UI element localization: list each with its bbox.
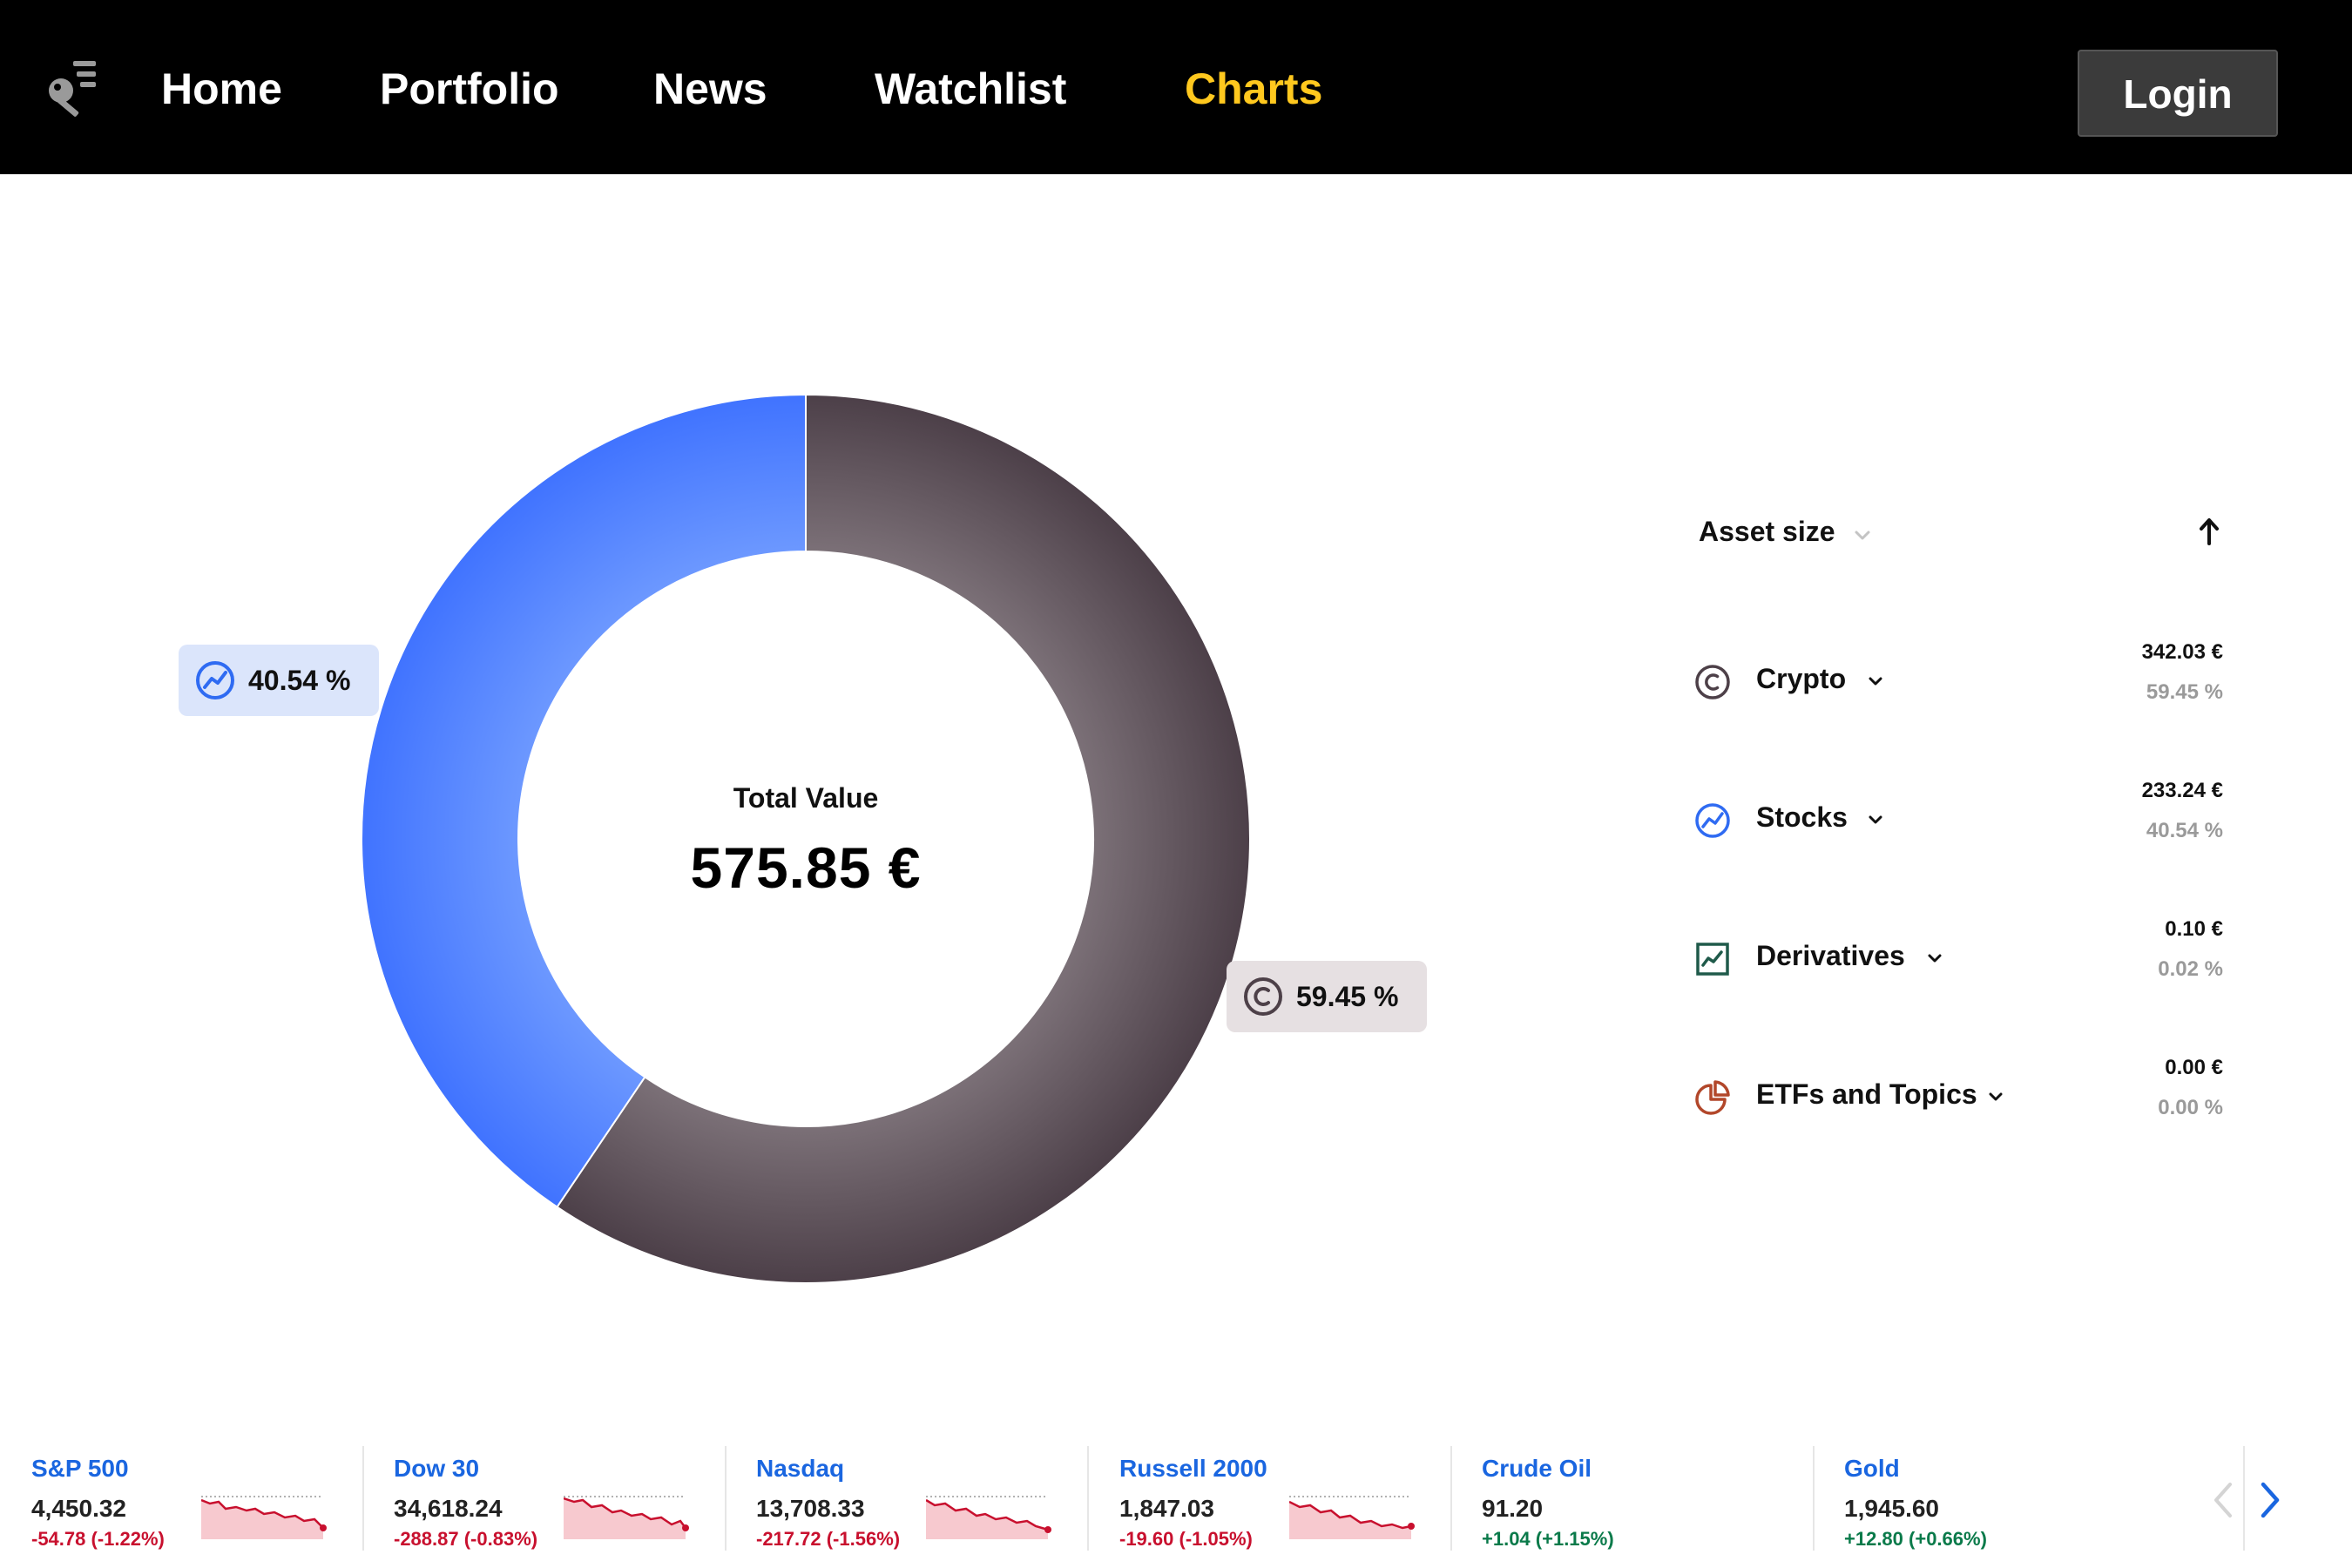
crypto-percent-tag[interactable]: 59.45 % [1227, 961, 1427, 1032]
market-ticker: S&P 500 4,450.32 -54.78 (-1.22%) Dow 30 … [0, 1429, 2352, 1568]
ticker-divider [2243, 1446, 2245, 1551]
nav-portfolio[interactable]: Portfolio [380, 63, 559, 115]
ticker-name[interactable]: Dow 30 [394, 1455, 479, 1483]
stocks-percent-value: 40.54 % [248, 664, 351, 696]
top-navbar: Home Portfolio News Watchlist Charts Log… [0, 0, 2352, 174]
asset-name: ETFs and Topics [1756, 1078, 1977, 1110]
ticker-item-russell2000[interactable]: Russell 2000 1,847.03 -19.60 (-1.05%) [1119, 1429, 1477, 1555]
ticker-prev-chevron-icon[interactable] [2206, 1474, 2240, 1526]
asset-row-derivatives[interactable]: Derivatives 0.10 € 0.02 % [1692, 917, 2223, 1004]
sparkline-chart [1289, 1496, 1415, 1539]
asset-name: Stocks [1756, 801, 1848, 833]
asset-value: 342.03 € [2141, 640, 2223, 664]
chevron-down-icon[interactable] [1866, 672, 1885, 691]
asset-value: 0.00 € [2165, 1056, 2223, 1079]
ticker-divider [1450, 1446, 1452, 1551]
stocks-icon [196, 661, 234, 700]
ticker-name[interactable]: S&P 500 [31, 1455, 129, 1483]
ticker-divider [362, 1446, 364, 1551]
total-value-label: Total Value [733, 782, 879, 814]
ticker-price: 4,450.32 [31, 1495, 126, 1522]
ticker-change: +12.80 (+0.66%) [1844, 1528, 1987, 1550]
ticker-item-crude-oil[interactable]: Crude Oil 91.20 +1.04 (+1.15%) [1482, 1429, 1839, 1555]
ticker-name[interactable]: Crude Oil [1482, 1455, 1592, 1483]
asset-row-stocks[interactable]: Stocks 233.24 € 40.54 % [1692, 779, 2223, 866]
allocation-donut-chart: Total Value 575.85 € [357, 390, 1254, 1288]
ticker-item-dow30[interactable]: Dow 30 34,618.24 -288.87 (-0.83%) [394, 1429, 751, 1555]
chevron-down-icon[interactable] [1986, 1087, 2005, 1106]
ticker-item-gold[interactable]: Gold 1,945.60 +12.80 (+0.66%) [1844, 1429, 2201, 1555]
ticker-divider [1087, 1446, 1089, 1551]
stocks-icon [1695, 803, 1730, 838]
ticker-next-chevron-icon[interactable] [2253, 1474, 2288, 1526]
key-menu-logo-icon[interactable] [38, 56, 105, 122]
sparkline-chart [201, 1496, 327, 1539]
asset-name: Derivatives [1756, 940, 1905, 971]
ticker-change: -217.72 (-1.56%) [756, 1528, 901, 1550]
ticker-item-sp500[interactable]: S&P 500 4,450.32 -54.78 (-1.22%) [31, 1429, 389, 1555]
asset-percent: 59.45 % [2146, 680, 2223, 704]
login-button[interactable]: Login [2078, 50, 2278, 137]
asset-percent: 0.02 % [2158, 957, 2223, 981]
ticker-price: 91.20 [1482, 1495, 1544, 1522]
crypto-icon [1244, 977, 1282, 1016]
crypto-icon [1695, 665, 1730, 700]
asset-percent: 0.00 % [2158, 1096, 2223, 1119]
derivatives-icon [1696, 943, 1729, 976]
ticker-change: -288.87 (-0.83%) [394, 1528, 538, 1550]
ticker-divider [1813, 1446, 1815, 1551]
asset-row-crypto[interactable]: Crypto 342.03 € 59.45 % [1692, 640, 2223, 727]
nav-watchlist[interactable]: Watchlist [875, 63, 1066, 115]
ticker-name[interactable]: Russell 2000 [1119, 1455, 1267, 1483]
ticker-change: -19.60 (-1.05%) [1119, 1528, 1253, 1550]
chevron-down-icon[interactable] [1925, 949, 1944, 968]
ticker-divider [725, 1446, 727, 1551]
asset-row-etfs[interactable]: ETFs and Topics 0.00 € 0.00 % [1692, 1056, 2223, 1143]
ticker-name[interactable]: Gold [1844, 1455, 1900, 1483]
asset-sort-header: Asset size [1699, 516, 2221, 559]
sparkline-chart [564, 1496, 689, 1539]
asset-value: 233.24 € [2141, 779, 2223, 802]
ticker-item-nasdaq[interactable]: Nasdaq 13,708.33 -217.72 (-1.56%) [756, 1429, 1113, 1555]
chevron-down-icon[interactable] [1852, 524, 1873, 545]
ticker-name[interactable]: Nasdaq [756, 1455, 844, 1483]
nav-home[interactable]: Home [161, 63, 282, 115]
asset-value: 0.10 € [2165, 917, 2223, 941]
ticker-change: +1.04 (+1.15%) [1482, 1528, 1614, 1550]
nav-news[interactable]: News [653, 63, 767, 115]
ticker-price: 1,945.60 [1844, 1495, 1939, 1522]
stocks-percent-tag[interactable]: 40.54 % [179, 645, 379, 716]
total-value-amount: 575.85 € [690, 835, 922, 900]
nav-charts[interactable]: Charts [1185, 63, 1322, 115]
asset-percent: 40.54 % [2146, 819, 2223, 842]
asset-name: Crypto [1756, 663, 1847, 694]
ticker-change: -54.78 (-1.22%) [31, 1528, 165, 1550]
crypto-percent-value: 59.45 % [1296, 980, 1399, 1012]
etfs-icon [1695, 1080, 1730, 1115]
chevron-down-icon[interactable] [1866, 810, 1885, 829]
ticker-price: 1,847.03 [1119, 1495, 1214, 1522]
ticker-price: 34,618.24 [394, 1495, 503, 1522]
sparkline-chart [926, 1496, 1051, 1539]
sort-arrow-up-icon[interactable] [2195, 516, 2223, 547]
sort-dropdown-label[interactable]: Asset size [1699, 516, 1835, 548]
ticker-price: 13,708.33 [756, 1495, 865, 1522]
